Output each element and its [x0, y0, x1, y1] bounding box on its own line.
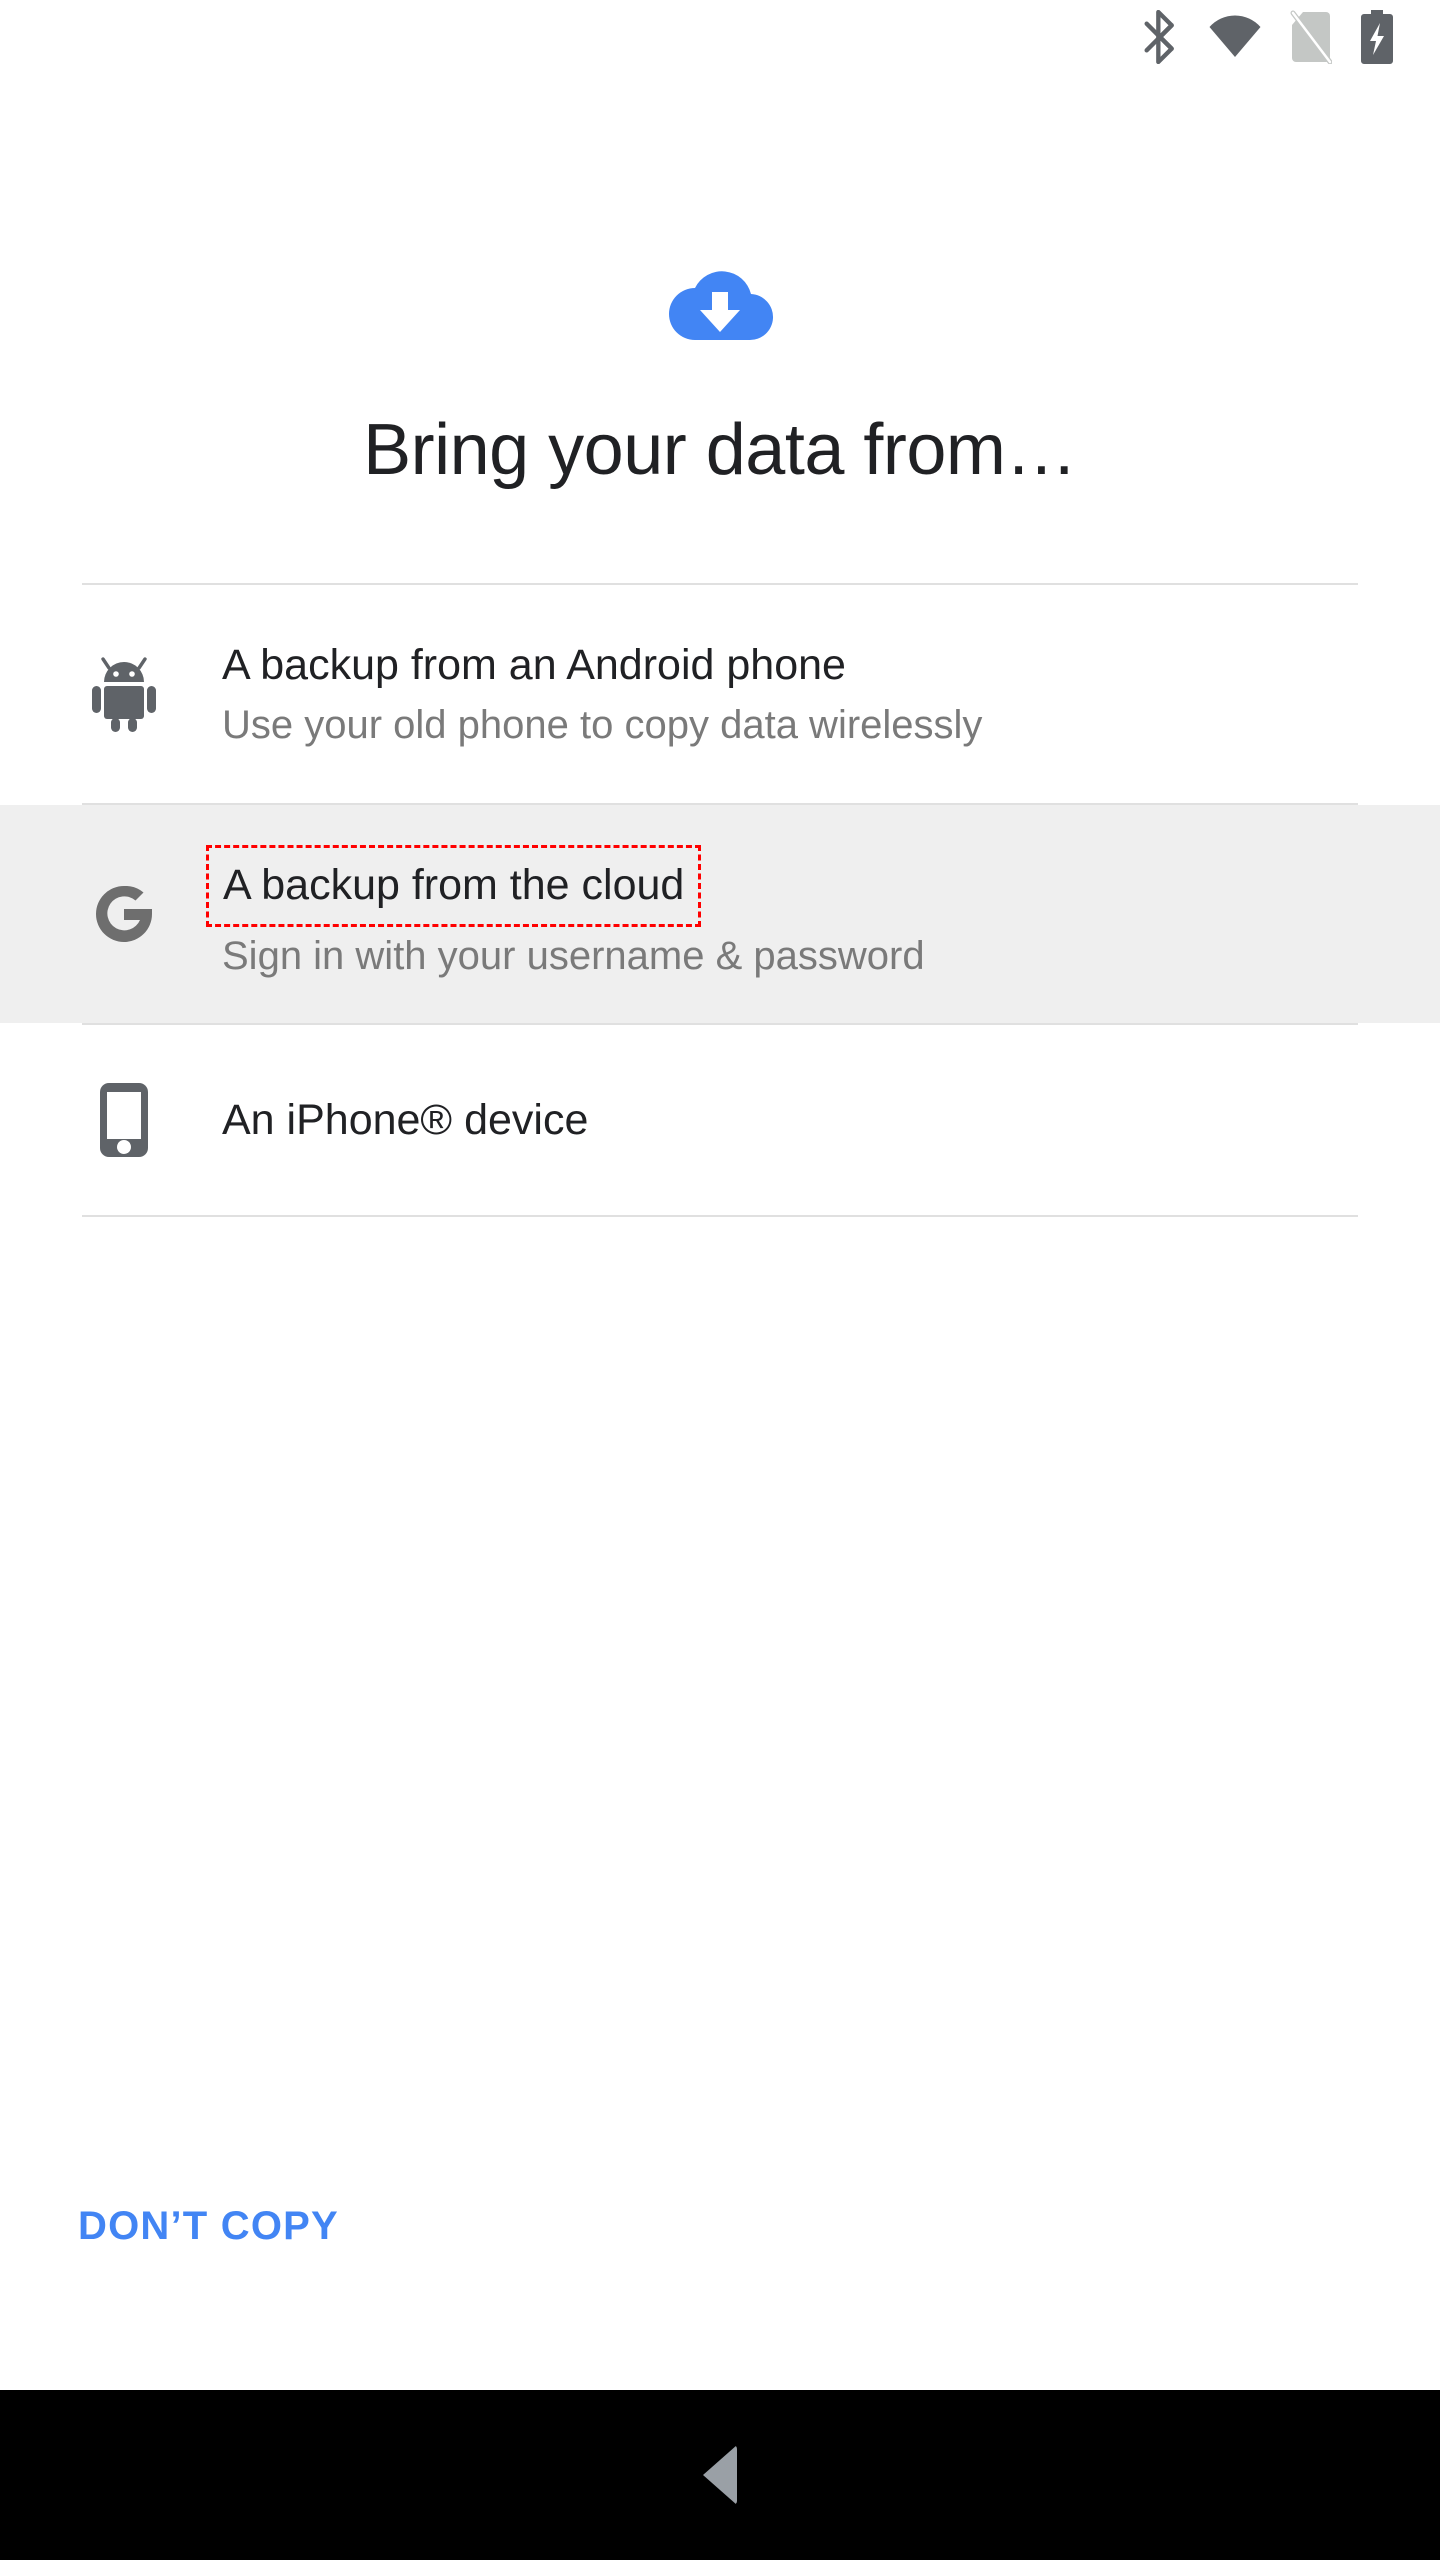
option-row-android-backup[interactable]: A backup from an Android phone Use your … — [0, 585, 1440, 803]
option-row-iphone-device[interactable]: An iPhone® device — [0, 1025, 1440, 1215]
iphone-device-icon — [76, 1081, 172, 1159]
cloud-download-icon — [665, 260, 775, 349]
no-sim-icon — [1290, 10, 1333, 69]
option-text-block: A backup from an Android phone Use your … — [222, 636, 982, 752]
option-text-block: An iPhone® device — [222, 1091, 588, 1149]
page-title: Bring your data from… — [363, 410, 1077, 490]
bluetooth-icon — [1140, 9, 1180, 69]
google-g-icon — [76, 883, 172, 945]
option-title: An iPhone® device — [222, 1096, 589, 1144]
option-title: A backup from an Android phone — [222, 641, 846, 689]
option-title: A backup from the cloud — [206, 845, 702, 927]
option-row-cloud-backup[interactable]: A backup from the cloud Sign in with you… — [0, 805, 1440, 1023]
list-divider-bottom — [82, 1215, 1358, 1217]
wifi-icon — [1208, 14, 1262, 64]
footer-actions: DON’T COPY — [0, 2200, 1440, 2252]
option-text-block: A backup from the cloud Sign in with you… — [206, 845, 925, 983]
system-navigation-bar — [0, 2390, 1440, 2560]
option-subtitle: Use your old phone to copy data wireless… — [222, 703, 983, 747]
nav-back-icon[interactable] — [703, 2445, 737, 2505]
hero-illustration — [0, 260, 1440, 349]
dont-copy-button[interactable]: DON’T COPY — [78, 2200, 339, 2252]
status-bar-icons — [1140, 9, 1394, 70]
status-bar — [0, 0, 1440, 78]
option-subtitle: Sign in with your username & password — [222, 934, 925, 978]
android-robot-icon — [76, 656, 172, 732]
battery-charging-icon — [1360, 9, 1394, 70]
data-source-options-list: A backup from an Android phone Use your … — [0, 583, 1440, 1217]
